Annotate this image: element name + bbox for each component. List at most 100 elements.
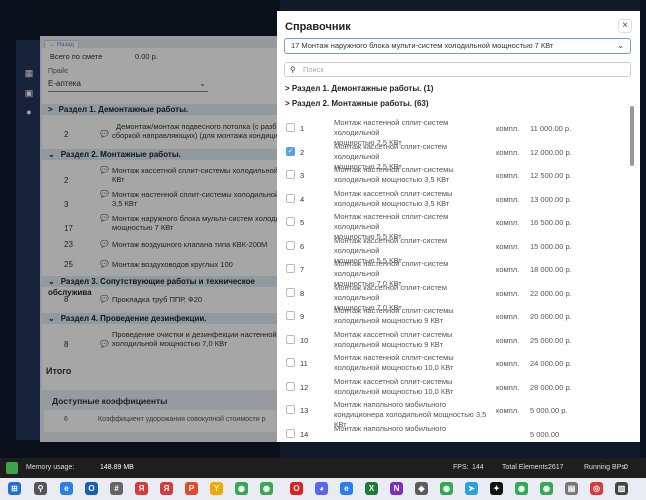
list-item[interactable]: 5 Монтаж настенной сплит-систем холодильн… bbox=[277, 211, 632, 241]
bps-label: Running BPs: bbox=[584, 464, 627, 471]
onenote-icon[interactable]: N bbox=[390, 482, 403, 495]
chrome-icon[interactable]: ◉ bbox=[540, 482, 553, 495]
list-item[interactable]: 6 Монтаж кассетной сплит-систем холодильн… bbox=[277, 235, 632, 265]
edge-icon[interactable]: e bbox=[60, 482, 73, 495]
item-checkbox[interactable] bbox=[286, 358, 295, 367]
work-select-value: 17 Монтаж наружного блока мульти-систем … bbox=[291, 41, 554, 50]
bps-value: 0 bbox=[624, 464, 628, 471]
list-item[interactable]: 10 Монтаж кассетной сплит-системы холодиль… bbox=[277, 329, 632, 351]
list-item[interactable]: 14 Монтаж напольного мобильного 5 000.00 bbox=[277, 423, 632, 443]
yandex-browser-icon[interactable]: Я bbox=[160, 482, 173, 495]
item-checkbox[interactable] bbox=[286, 123, 295, 132]
taskbar: ⊞ ⚲ e O # Я Я P Y ◉ ◉ O ◕ e X N ◆ ◉ ➤ ✦ … bbox=[0, 478, 646, 500]
list-item[interactable]: 11 Монтаж настенной сплит-системы холодиль… bbox=[277, 352, 632, 374]
search-placeholder: Поиск bbox=[303, 65, 324, 74]
item-number: 8 bbox=[300, 288, 305, 298]
item-number: 13 bbox=[300, 406, 309, 415]
yandex-icon[interactable]: Я bbox=[135, 482, 148, 495]
item-unit: компл. bbox=[496, 265, 520, 274]
item-text: Монтаж кассетной сплит-системы холодильно… bbox=[334, 329, 453, 349]
modal-section-2[interactable]: > Раздел 2. Монтажные работы. (63) bbox=[285, 99, 429, 108]
desktop-edge bbox=[640, 0, 646, 458]
item-unit: компл. bbox=[496, 218, 520, 227]
list-item[interactable]: 3 Монтаж настенной сплит-системы холодильн… bbox=[277, 164, 632, 186]
item-number: 10 bbox=[300, 335, 309, 345]
search-input[interactable]: ⚲ Поиск bbox=[284, 62, 631, 77]
directory-modal: Справочник × 17 Монтаж наружного блока м… bbox=[277, 11, 640, 442]
app-icon[interactable]: P bbox=[185, 482, 198, 495]
app-icon[interactable]: ◆ bbox=[415, 482, 428, 495]
item-unit: компл. bbox=[496, 288, 520, 298]
list-item[interactable]: 4 Монтаж кассетной сплит-системы холодильн… bbox=[277, 188, 632, 210]
list-item[interactable]: 13 Монтаж напольного мобильного кондиционе… bbox=[277, 399, 632, 429]
item-checkbox[interactable] bbox=[286, 217, 295, 226]
item-checkbox[interactable] bbox=[286, 311, 295, 320]
app-icon[interactable]: ✦ bbox=[490, 482, 503, 495]
item-price: 18 000.00 р. bbox=[530, 265, 572, 274]
close-icon[interactable]: × bbox=[618, 19, 632, 33]
app-icon[interactable]: ▤ bbox=[565, 482, 578, 495]
item-number: 9 bbox=[300, 312, 305, 321]
list-item[interactable]: 9 Монтаж настенной сплит-системы холодильн… bbox=[277, 305, 632, 327]
opera-icon[interactable]: O bbox=[290, 482, 303, 495]
item-number: 1 bbox=[300, 124, 305, 133]
search-icon: ⚲ bbox=[290, 65, 296, 74]
fps-label: FPS: bbox=[453, 464, 469, 471]
chrome-icon[interactable]: ◉ bbox=[515, 482, 528, 495]
item-checkbox[interactable] bbox=[286, 405, 295, 414]
telegram-icon[interactable]: ➤ bbox=[465, 482, 478, 495]
item-checkbox[interactable] bbox=[286, 240, 295, 250]
yandex-y-icon[interactable]: Y bbox=[210, 482, 223, 495]
modal-title: Справочник bbox=[285, 21, 351, 33]
start-icon[interactable]: ⊞ bbox=[8, 482, 21, 495]
app-icon bbox=[6, 462, 18, 474]
app-icon[interactable]: ◎ bbox=[590, 482, 603, 495]
item-number: 11 bbox=[300, 359, 308, 368]
work-select[interactable]: 17 Монтаж наружного блока мульти-систем … bbox=[284, 38, 631, 54]
item-checkbox[interactable] bbox=[286, 193, 295, 203]
item-unit: компл. bbox=[496, 194, 520, 204]
list-item[interactable]: ✓ 2 Монтаж кассетной сплит-систем холодиль… bbox=[277, 141, 632, 171]
item-price: 28 000.00 р. bbox=[530, 382, 572, 392]
item-price: 24 000.00 р. bbox=[530, 359, 572, 368]
chrome-icon[interactable]: ◉ bbox=[440, 482, 453, 495]
item-checkbox[interactable] bbox=[286, 264, 295, 273]
item-number: 14 bbox=[300, 429, 309, 439]
item-unit: компл. bbox=[496, 312, 520, 321]
item-checkbox[interactable]: ✓ bbox=[286, 146, 295, 156]
item-unit: компл. bbox=[496, 359, 520, 368]
item-checkbox[interactable] bbox=[286, 287, 295, 297]
item-checkbox[interactable] bbox=[286, 170, 295, 179]
item-number: 4 bbox=[300, 194, 305, 204]
app-icon[interactable]: ▥ bbox=[615, 482, 628, 495]
calculator-icon[interactable]: # bbox=[110, 482, 123, 495]
list-item[interactable]: 1 Монтаж настенной сплит-систем холодильн… bbox=[277, 117, 632, 147]
chrome-icon[interactable]: ◉ bbox=[235, 482, 248, 495]
item-checkbox[interactable] bbox=[286, 381, 295, 391]
list-item[interactable]: 12 Монтаж кассетной сплит-системы холодиль… bbox=[277, 376, 632, 398]
discord-icon[interactable]: ◕ bbox=[315, 482, 328, 495]
item-unit: компл. bbox=[496, 241, 520, 251]
item-unit: компл. bbox=[496, 147, 520, 157]
chrome-icon[interactable]: ◉ bbox=[260, 482, 273, 495]
modal-scrollbar[interactable] bbox=[630, 106, 634, 166]
edge-icon[interactable]: e bbox=[340, 482, 353, 495]
list-item[interactable]: 7 Монтаж настенной сплит-систем холодильн… bbox=[277, 258, 632, 288]
item-unit: компл. bbox=[496, 171, 520, 180]
outlook-icon[interactable]: O bbox=[85, 482, 98, 495]
list-item[interactable]: 8 Монтаж кассетной сплит-систем холодильн… bbox=[277, 282, 632, 312]
memory-label: Memory usage: bbox=[26, 464, 75, 471]
item-text: Монтаж кассетной сплит-системы холодильно… bbox=[334, 188, 453, 208]
item-checkbox[interactable] bbox=[286, 428, 295, 438]
section-label: Раздел 2. Монтажные работы. (63) bbox=[291, 99, 429, 108]
chevron-right-icon: > bbox=[285, 84, 290, 93]
item-text: Монтаж настенной сплит-системы холодильно… bbox=[334, 353, 454, 372]
modal-section-1[interactable]: > Раздел 1. Демонтажные работы. (1) bbox=[285, 84, 433, 93]
item-unit: компл. bbox=[496, 382, 520, 392]
item-price: 5 000.00 р. bbox=[530, 406, 568, 415]
item-unit: компл. bbox=[496, 335, 520, 345]
item-checkbox[interactable] bbox=[286, 334, 295, 344]
excel-icon[interactable]: X bbox=[365, 482, 378, 495]
search-icon[interactable]: ⚲ bbox=[34, 482, 47, 495]
modal-backdrop[interactable] bbox=[0, 0, 280, 458]
